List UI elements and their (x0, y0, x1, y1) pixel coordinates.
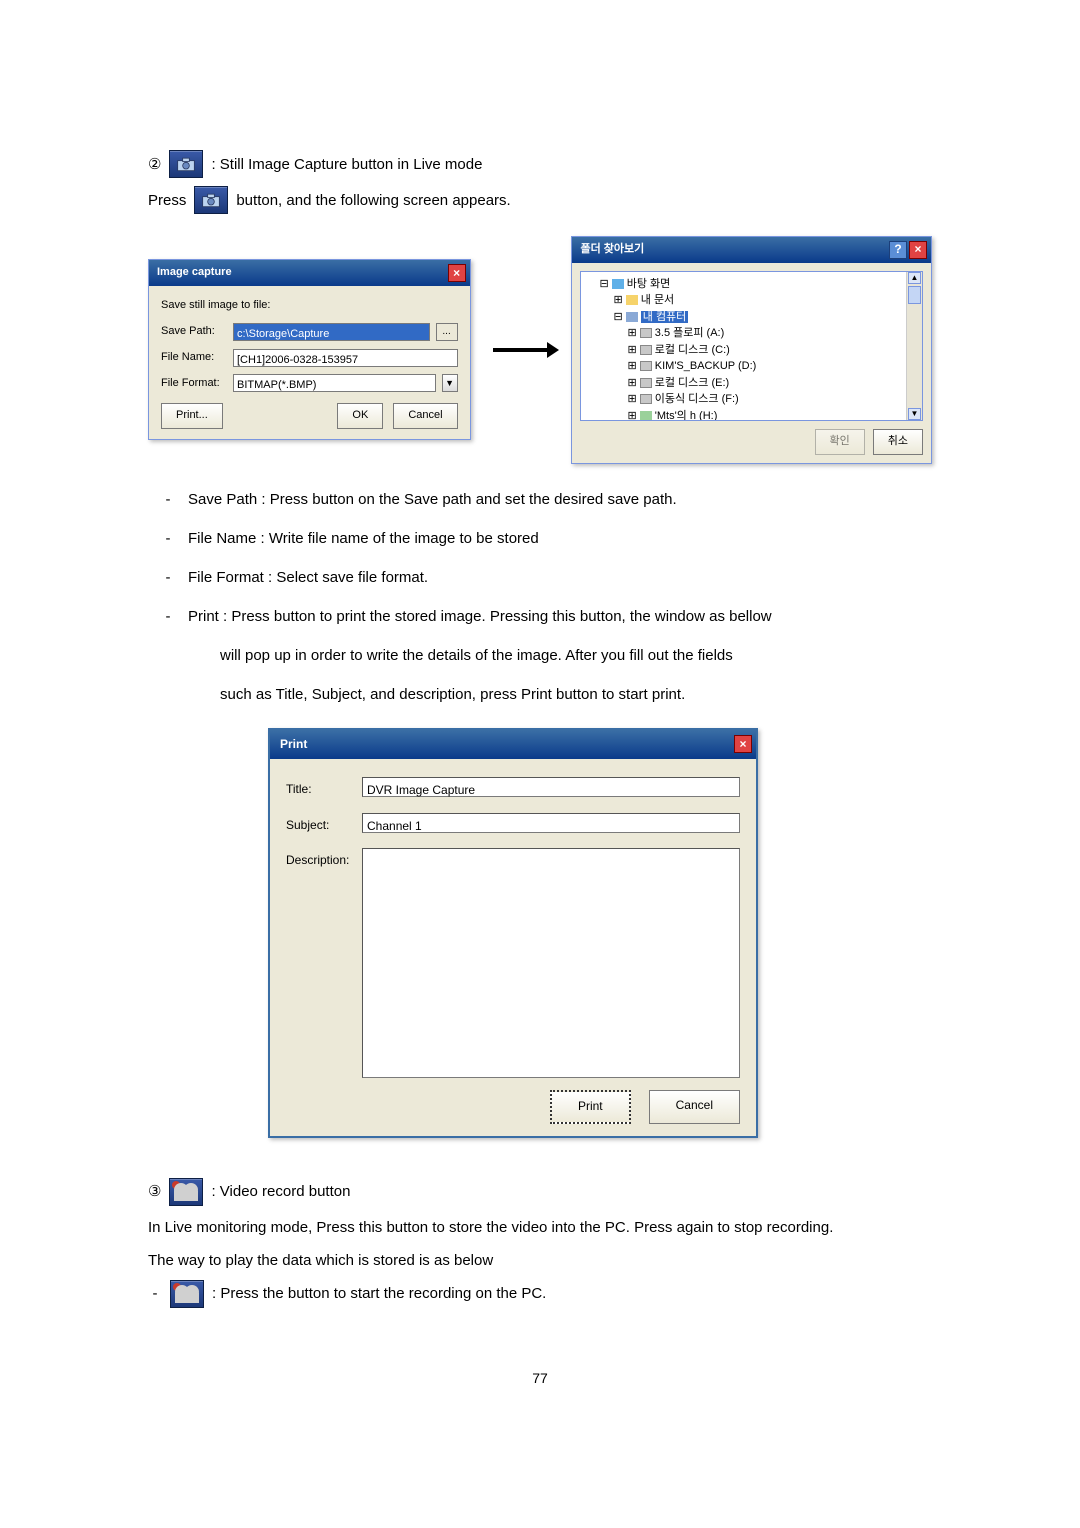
tree-e[interactable]: ⊞ 로컬 디스크 (E:) (627, 375, 918, 392)
item-3-number: ③ (148, 1178, 161, 1205)
bullet-print-1: Print : Press button to print the stored… (188, 603, 932, 630)
dash: - (148, 486, 188, 513)
tree-mycomp[interactable]: ⊟ 내 컴퓨터 ⊞ 3.5 플로피 (A:) ⊞ 로컬 디스크 (C:) ⊞ K… (613, 309, 918, 421)
bullet-fileformat: File Format : Select save file format. (188, 564, 932, 591)
print-subject-label: Subject: (286, 813, 362, 837)
press-tail: button, and the following screen appears… (236, 187, 510, 214)
filename-input[interactable]: [CH1]2006-0328-153957 (233, 349, 458, 367)
dash: - (148, 1280, 162, 1307)
item-2-desc: : Still Image Capture button in Live mod… (211, 151, 482, 178)
image-capture-title: Image capture (157, 263, 232, 283)
fileformat-select[interactable]: BITMAP(*.BMP) (233, 374, 436, 392)
tree-mydocs[interactable]: ⊞ 내 문서 (613, 292, 918, 309)
video-record-icon (169, 1178, 203, 1206)
scroll-thumb[interactable] (908, 286, 921, 304)
folder-browse-title: 폴더 찾아보기 (580, 240, 644, 260)
close-icon[interactable]: × (909, 241, 927, 259)
item-3-para-2: The way to play the data which is stored… (148, 1247, 932, 1274)
ok-button[interactable]: OK (337, 403, 383, 429)
scroll-up-icon[interactable]: ▲ (908, 272, 921, 284)
bullet-savepath: Save Path : Press button on the Save pat… (188, 486, 932, 513)
tree-f[interactable]: ⊞ 이동식 디스크 (F:) (627, 391, 918, 408)
item-3-desc: : Video record button (211, 1178, 350, 1205)
savepath-label: Save Path: (161, 322, 227, 342)
close-icon[interactable]: × (448, 264, 466, 282)
fileformat-label: File Format: (161, 374, 227, 394)
print-confirm-button[interactable]: Print (550, 1090, 631, 1124)
print-dialog: Print × Title: DVR Image Capture Subject… (268, 728, 758, 1138)
folder-browse-dialog: 폴더 찾아보기 ? × ⊟ 바탕 화면 ⊞ 내 문서 ⊟ 내 컴퓨터 ⊞ 3.5… (571, 236, 932, 464)
chevron-down-icon[interactable]: ▼ (442, 374, 458, 392)
item-2-number: ② (148, 151, 161, 178)
tree-d[interactable]: ⊞ KIM'S_BACKUP (D:) (627, 358, 918, 375)
tree-desktop[interactable]: ⊟ 바탕 화면 ⊞ 내 문서 ⊟ 내 컴퓨터 ⊞ 3.5 플로피 (A:) ⊞ … (599, 276, 918, 421)
print-cancel-button[interactable]: Cancel (649, 1090, 740, 1124)
dash: - (148, 564, 188, 591)
print-desc-label: Description: (286, 848, 362, 872)
print-dialog-title: Print (280, 734, 307, 756)
press-label: Press (148, 187, 186, 214)
filename-label: File Name: (161, 348, 227, 368)
help-icon[interactable]: ? (889, 241, 907, 259)
image-capture-dialog: Image capture × Save still image to file… (148, 259, 471, 440)
tree-floppy[interactable]: ⊞ 3.5 플로피 (A:) (627, 325, 918, 342)
still-image-capture-icon (169, 150, 203, 178)
tree-c[interactable]: ⊞ 로컬 디스크 (C:) (627, 342, 918, 359)
bullet-filename: File Name : Write file name of the image… (188, 525, 932, 552)
print-button[interactable]: Print... (161, 403, 223, 429)
scroll-down-icon[interactable]: ▼ (908, 408, 921, 420)
print-desc-textarea[interactable] (362, 848, 740, 1078)
print-title-input[interactable]: DVR Image Capture (362, 777, 740, 797)
close-icon[interactable]: × (734, 735, 752, 753)
folder-ok-button[interactable]: 확인 (815, 429, 865, 455)
page-number: 77 (148, 1366, 932, 1391)
folder-cancel-button[interactable]: 취소 (873, 429, 923, 455)
arrow-right-icon (493, 348, 550, 352)
print-subject-input[interactable]: Channel 1 (362, 813, 740, 833)
print-title-label: Title: (286, 777, 362, 801)
bullet-print-3: such as Title, Subject, and description,… (220, 681, 932, 708)
savepath-input[interactable]: c:\Storage\Capture (233, 323, 430, 341)
dash: - (148, 603, 188, 630)
dash: - (148, 525, 188, 552)
save-still-heading: Save still image to file: (161, 296, 458, 316)
item-3-sub: : Press the button to start the recordin… (212, 1280, 546, 1307)
bullet-print-2: will pop up in order to write the detail… (220, 642, 932, 669)
still-image-capture-icon-inline (194, 186, 228, 214)
item-3-para-1: In Live monitoring mode, Press this butt… (148, 1214, 932, 1241)
tree-g[interactable]: ⊞ 'Mts'의 h (H:) (627, 408, 918, 421)
cancel-button[interactable]: Cancel (393, 403, 457, 429)
browse-button[interactable]: ... (436, 323, 458, 341)
video-record-icon-inline (170, 1280, 204, 1308)
tree-scrollbar[interactable]: ▲ ▼ (906, 272, 922, 420)
folder-tree[interactable]: ⊟ 바탕 화면 ⊞ 내 문서 ⊟ 내 컴퓨터 ⊞ 3.5 플로피 (A:) ⊞ … (580, 271, 923, 421)
